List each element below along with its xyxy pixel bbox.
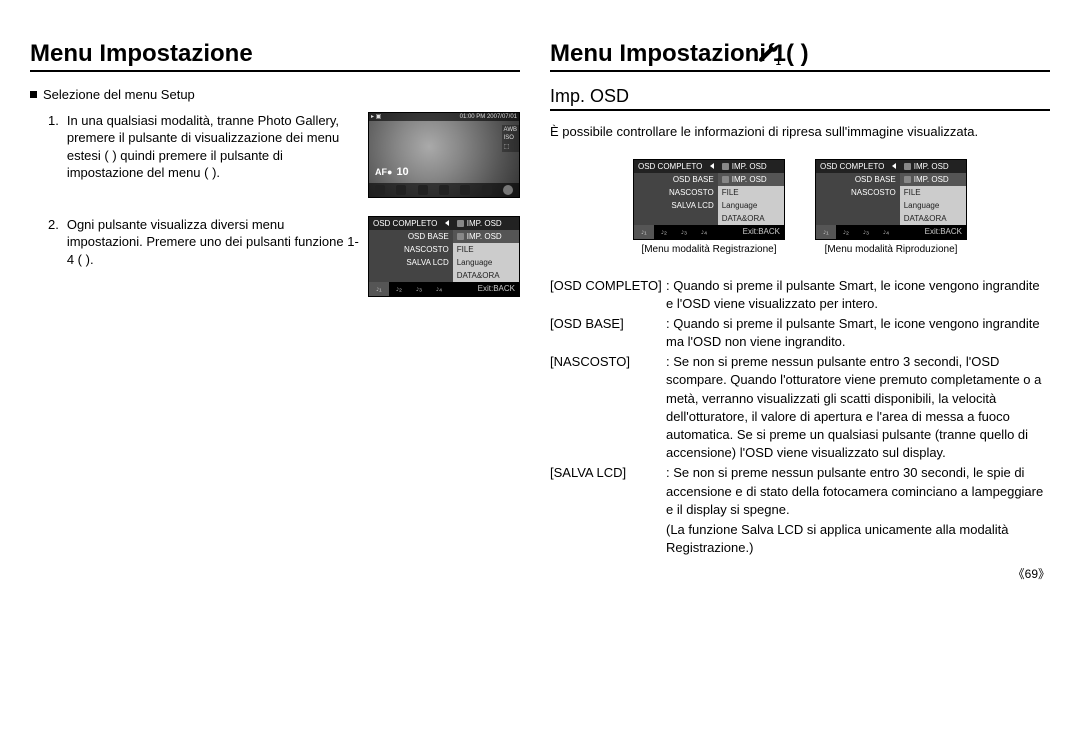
def-key-0: [OSD COMPLETO] xyxy=(550,277,666,313)
def-val-2: : Se non si preme nessun pulsante entro … xyxy=(666,353,1050,462)
page-number: 《69》 xyxy=(550,565,1050,582)
caption-play: [Menu modalità Riproduzione] xyxy=(815,244,967,255)
def-key-2: [NASCOSTO] xyxy=(550,353,666,462)
def-note: (La funzione Salva LCD si applica unicam… xyxy=(666,521,1050,557)
svg-text:1: 1 xyxy=(775,57,780,67)
lcd-topbar-left: ▸ ▣ xyxy=(371,114,381,121)
caption-rec: [Menu modalità Registrazione] xyxy=(633,244,785,255)
wrench-icon: 1 xyxy=(755,41,781,67)
lcd-count: 10 xyxy=(396,166,408,178)
lcd-preview: ▸ ▣ 01:00 PM 2007/07/01 AWB ISO ⬚ AF● 10 xyxy=(368,112,520,198)
bullet-icon xyxy=(30,91,37,98)
intro-text: È possibile controllare le informazioni … xyxy=(550,123,1050,141)
def-val-0: : Quando si preme il pulsante Smart, le … xyxy=(666,277,1050,313)
step1-text: In una qualsiasi modalità, tranne Photo … xyxy=(67,112,360,198)
menu-box-rec: OSD COMPLETO IMP. OSD OSD BASEIMP. OSD N… xyxy=(633,159,785,240)
heading-left-text: Menu Impostazione xyxy=(30,40,253,68)
menu-box-left: OSD COMPLETO IMP. OSD OSD BASEIMP. OSD N… xyxy=(368,216,520,297)
bullet-text: Selezione del menu Setup xyxy=(43,86,195,104)
heading-left: Menu Impostazione xyxy=(30,40,520,72)
subheading: Imp. OSD xyxy=(550,86,1050,111)
def-val-3: : Se non si preme nessun pulsante entro … xyxy=(666,464,1050,519)
menu-box-play: OSD COMPLETO IMP. OSD OSD BASEIMP. OSD N… xyxy=(815,159,967,240)
heading-right: Menu Impostazioni 1( ) 1 xyxy=(550,40,1050,72)
lcd-topbar-right: 01:00 PM 2007/07/01 xyxy=(460,114,517,121)
lcd-af: AF● xyxy=(375,168,392,178)
step1-num: 1. xyxy=(48,112,59,198)
def-key-3: [SALVA LCD] xyxy=(550,464,666,519)
def-key-1: [OSD BASE] xyxy=(550,315,666,351)
definitions: [OSD COMPLETO]: Quando si preme il pulsa… xyxy=(550,277,1050,558)
step2-num: 2. xyxy=(48,216,59,297)
def-val-1: : Quando si preme il pulsante Smart, le … xyxy=(666,315,1050,351)
step2-text: Ogni pulsante visualizza diversi menu im… xyxy=(67,216,360,297)
